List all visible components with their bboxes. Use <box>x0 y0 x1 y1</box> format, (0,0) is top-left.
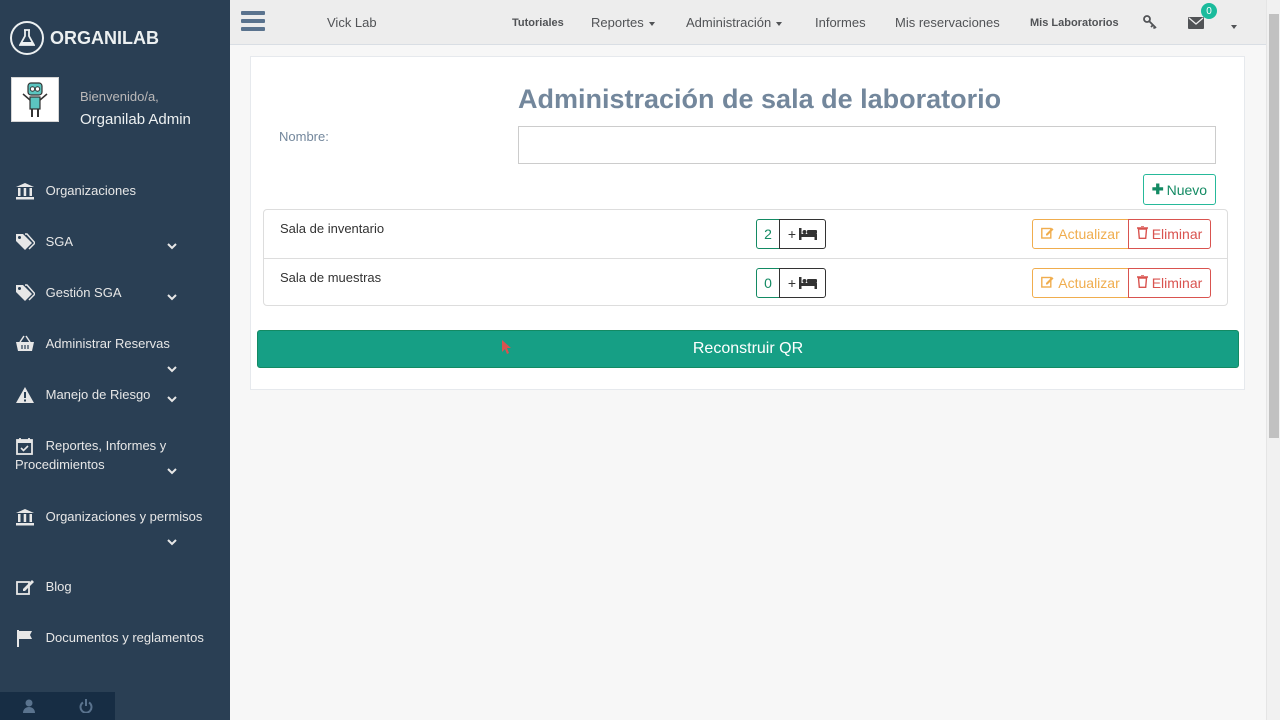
bank-icon <box>15 508 37 526</box>
messages-badge: 0 <box>1201 3 1217 19</box>
sidebar-item-label: Organizaciones y permisos <box>45 509 203 524</box>
add-label: + <box>787 226 797 242</box>
room-count[interactable]: 0 <box>756 268 780 298</box>
brand-name: ORGANILAB <box>50 27 159 48</box>
bank-icon <box>15 182 37 200</box>
sidebar-item-organizaciones-permisos[interactable]: Organizaciones y permisos <box>15 507 215 546</box>
delete-button[interactable]: Eliminar <box>1128 268 1211 298</box>
sidebar-item-label: Manejo de Riesgo <box>45 387 151 402</box>
sidebar-item-reportes[interactable]: Reportes, Informes y Procedimientos <box>15 436 215 475</box>
room-count[interactable]: 2 <box>756 219 780 249</box>
scrollbar-thumb[interactable] <box>1269 14 1279 438</box>
bed-icon <box>799 228 818 240</box>
top-navbar: Vick Lab Tutoriales Reportes Administrac… <box>230 0 1266 45</box>
add-label: + <box>787 275 797 291</box>
username: Organilab Admin <box>80 111 191 128</box>
name-input[interactable] <box>518 126 1216 164</box>
basket-icon <box>15 335 37 353</box>
plus-icon: ✚ <box>1151 181 1164 197</box>
chevron-down-icon <box>167 238 177 250</box>
flag-icon <box>15 629 37 647</box>
nav-tutoriales[interactable]: Tutoriales <box>512 17 564 29</box>
caret-down-icon <box>648 21 655 26</box>
delete-label: Eliminar <box>1151 275 1203 291</box>
trash-icon <box>1136 225 1148 242</box>
room-name[interactable]: Sala de muestras <box>280 270 381 285</box>
calendar-check-icon <box>15 437 37 455</box>
menu-toggle-icon[interactable] <box>241 11 265 33</box>
chevron-down-icon <box>167 289 177 301</box>
tags-icon <box>15 283 37 302</box>
new-button-label: Nuevo <box>1166 181 1208 198</box>
nav-reportes-label: Reportes <box>591 15 644 30</box>
key-icon[interactable] <box>1143 15 1157 34</box>
update-label: Actualizar <box>1058 226 1120 242</box>
chevron-down-icon <box>167 463 177 475</box>
update-button[interactable]: Actualizar <box>1032 219 1129 249</box>
tags-icon <box>15 232 37 251</box>
update-button[interactable]: Actualizar <box>1032 268 1129 298</box>
new-room-button[interactable]: ✚ Nuevo <box>1143 174 1216 205</box>
mouse-cursor-icon <box>502 340 512 354</box>
flask-icon <box>10 21 44 55</box>
delete-button[interactable]: Eliminar <box>1128 219 1211 249</box>
welcome-text: Bienvenido/a, <box>80 89 159 104</box>
sidebar-item-label: Blog <box>45 579 72 594</box>
sidebar-item-label: Administrar Reservas <box>45 336 170 351</box>
sidebar-item-label: Organizaciones <box>45 183 136 198</box>
nav-informes[interactable]: Informes <box>815 15 866 30</box>
avatar[interactable] <box>11 77 59 122</box>
edit-icon <box>15 578 37 596</box>
edit-icon <box>1041 275 1054 291</box>
nav-lab-name[interactable]: Vick Lab <box>327 15 377 30</box>
edit-icon <box>1041 226 1054 242</box>
brand-logo[interactable]: ORGANILAB <box>10 20 159 56</box>
add-furniture-button[interactable]: + <box>779 268 826 298</box>
user-dropdown-caret-icon[interactable] <box>1231 18 1237 36</box>
envelope-icon[interactable] <box>1188 16 1204 34</box>
sidebar-item-label: Gestión SGA <box>45 285 122 300</box>
sidebar-item-blog[interactable]: Blog <box>15 577 215 596</box>
nav-mis-reservaciones[interactable]: Mis reservaciones <box>895 15 1000 30</box>
sidebar-item-documentos[interactable]: Documentos y reglamentos <box>15 628 215 647</box>
profile: Bienvenido/a, Organilab Admin <box>11 77 191 128</box>
list-item: Sala de muestras 0 + Actualizar Eliminar <box>264 258 1227 306</box>
user-icon[interactable] <box>0 692 58 720</box>
sidebar: ORGANILAB Bienvenido/a, Organilab Admin … <box>0 0 230 720</box>
chevron-down-icon <box>167 361 177 373</box>
room-list: Sala de inventario 2 + Actualizar Elimin… <box>263 209 1228 306</box>
sidebar-item-label: Reportes, Informes y Procedimientos <box>15 438 167 472</box>
list-item: Sala de inventario 2 + Actualizar Elimin… <box>264 210 1227 258</box>
nav-reportes-dropdown[interactable]: Reportes <box>591 15 655 30</box>
bed-icon <box>799 277 818 289</box>
nav-mis-laboratorios[interactable]: Mis Laboratorios <box>1030 17 1119 29</box>
sidebar-item-administrar-reservas[interactable]: Administrar Reservas <box>15 334 215 373</box>
chevron-down-icon <box>167 391 177 403</box>
page-title: Administración de sala de laboratorio <box>518 84 1002 114</box>
sidebar-item-manejo-riesgo[interactable]: Manejo de Riesgo <box>15 385 215 404</box>
sidebar-item-sga[interactable]: SGA <box>15 232 215 251</box>
sidebar-item-organizaciones[interactable]: Organizaciones <box>15 181 215 200</box>
add-furniture-button[interactable]: + <box>779 219 826 249</box>
delete-label: Eliminar <box>1151 226 1203 242</box>
update-label: Actualizar <box>1058 275 1120 291</box>
nav-administracion-dropdown[interactable]: Administración <box>686 15 783 30</box>
trash-icon <box>1136 274 1148 291</box>
name-label: Nombre: <box>279 129 329 144</box>
caret-down-icon <box>776 21 783 26</box>
sidebar-item-gestion-sga[interactable]: Gestión SGA <box>15 283 215 302</box>
page-scrollbar[interactable] <box>1266 0 1280 720</box>
nav-administracion-label: Administración <box>686 15 772 30</box>
sidebar-footer <box>0 692 115 720</box>
chevron-down-icon <box>167 534 177 546</box>
sidebar-item-label: Documentos y reglamentos <box>45 630 204 645</box>
sidebar-item-label: SGA <box>45 234 74 249</box>
lab-room-panel: Administración de sala de laboratorio No… <box>250 56 1245 390</box>
power-icon[interactable] <box>58 692 116 720</box>
rebuild-qr-button[interactable]: Reconstruir QR <box>257 330 1239 368</box>
room-name[interactable]: Sala de inventario <box>280 221 384 236</box>
warning-icon <box>15 386 37 404</box>
